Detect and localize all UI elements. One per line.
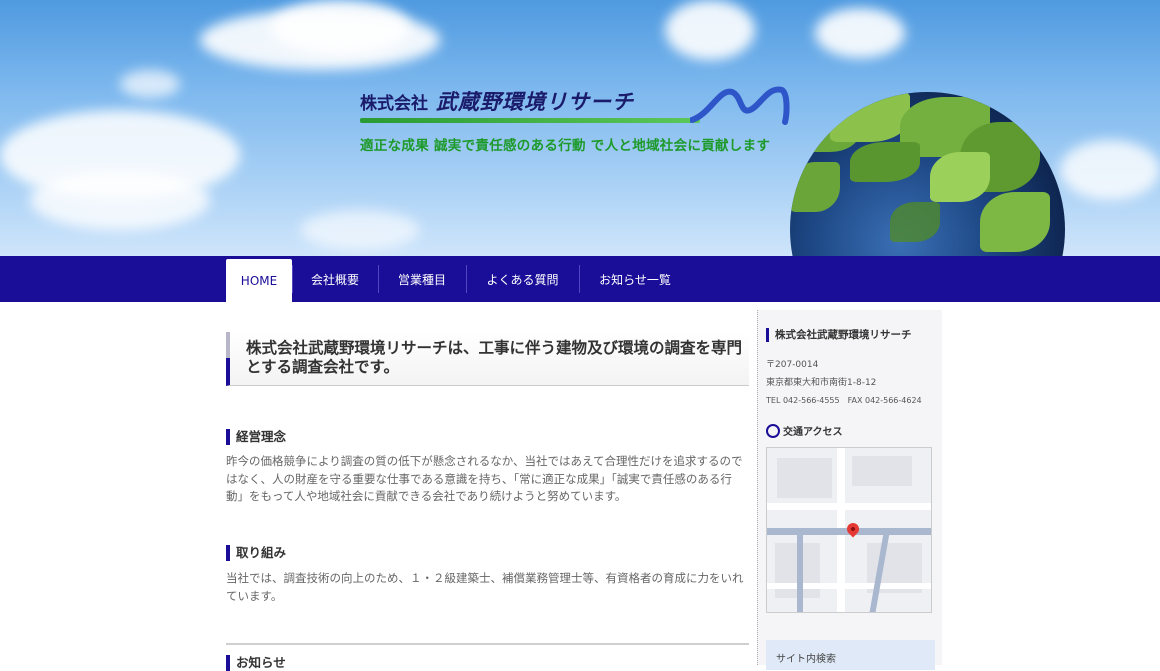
sidebar-tel-fax: TEL 042-566-4555 FAX 042-566-4624	[766, 396, 922, 405]
lead-heading-box: 株式会社武蔵野環境リサーチは、工事に伴う建物及び環境の調査を専門とする調査会社で…	[226, 332, 749, 386]
company-logo[interactable]: 株式会社 武蔵野環境リサーチ 適正な成果 誠実で責任感のある行動 で人と地域社会に…	[360, 86, 800, 166]
cloud	[300, 210, 420, 250]
global-nav: HOME 会社概要 営業種目 よくある質問 お知らせ一覧	[0, 256, 1160, 302]
lead-heading: 株式会社武蔵野環境リサーチは、工事に伴う建物及び環境の調査を専門とする調査会社で…	[246, 339, 743, 376]
logo-underline	[360, 118, 700, 123]
nav-company-profile[interactable]: 会社概要	[292, 256, 378, 302]
logo-mountain-icon	[690, 86, 790, 125]
sidebar-postal: 〒207-0014	[766, 360, 819, 370]
site-search-box[interactable]: サイト内検索	[766, 640, 935, 670]
section-title-philosophy: 経営理念	[226, 429, 286, 445]
access-heading: 交通アクセス	[766, 423, 843, 438]
section-body-efforts: 当社では、調査技術の向上のため、１・２級建築士、補償業務管理士等、有資格者の育成…	[226, 571, 744, 603]
cloud	[120, 70, 180, 98]
cloud	[270, 0, 410, 55]
lead-accent	[226, 332, 230, 358]
cloud	[1060, 140, 1160, 200]
section-body-philosophy: 昨今の価格競争により調査の質の低下が懸念されるなか、当社ではあえて合理性だけを追…	[226, 454, 743, 503]
header-banner: 株式会社 武蔵野環境リサーチ 適正な成果 誠実で責任感のある行動 で人と地域社会に…	[0, 0, 1160, 256]
section-title-efforts: 取り組み	[226, 545, 286, 561]
cloud	[30, 170, 210, 230]
logo-prefix: 株式会社	[360, 94, 428, 114]
sidebar: 株式会社武蔵野環境リサーチ 〒207-0014 東京都東大和市南街1-8-12 …	[757, 310, 942, 670]
cloud	[665, 0, 755, 60]
logo-company-name: 武蔵野環境リサーチ	[436, 90, 634, 114]
main-content: 株式会社武蔵野環境リサーチは、工事に伴う建物及び環境の調査を専門とする調査会社で…	[226, 302, 749, 671]
access-label: 交通アクセス	[783, 427, 843, 438]
sidebar-address: 東京都東大和市南街1-8-12	[766, 378, 877, 388]
site-search-label: サイト内検索	[776, 654, 836, 665]
nav-news-list[interactable]: お知らせ一覧	[579, 256, 691, 302]
section-title-news: お知らせ	[226, 655, 286, 671]
circle-icon	[766, 423, 780, 438]
nav-home[interactable]: HOME	[226, 259, 292, 302]
tagline: 適正な成果 誠実で責任感のある行動 で人と地域社会に貢献します	[360, 138, 771, 154]
nav-faq[interactable]: よくある質問	[466, 256, 579, 302]
divider	[226, 643, 749, 645]
sidebar-company-name: 株式会社武蔵野環境リサーチ	[766, 328, 912, 342]
nav-business[interactable]: 営業種目	[378, 256, 466, 302]
cloud	[815, 8, 905, 58]
access-map[interactable]	[766, 447, 932, 613]
globe-image	[790, 92, 1065, 256]
